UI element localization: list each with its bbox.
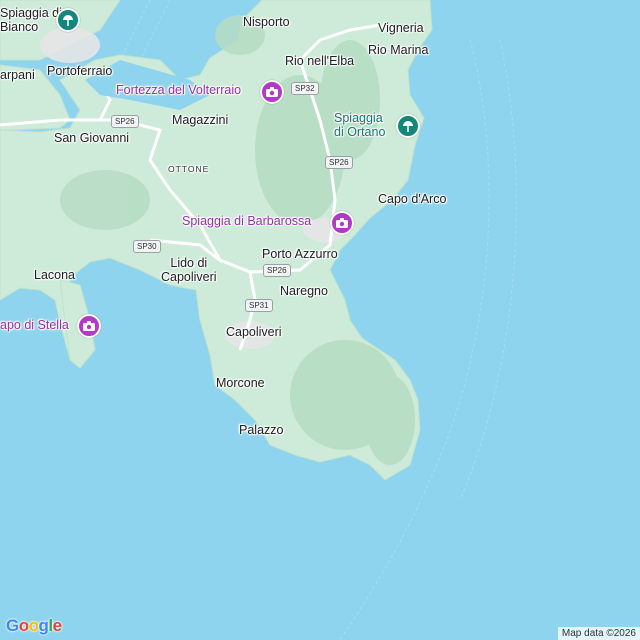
place-vigneria: Vigneria [378, 21, 424, 35]
poi-spiaggia-di-ortano-label[interactable]: Spiaggia di Ortano [334, 111, 385, 139]
google-logo[interactable]: Google [6, 616, 62, 636]
camera-icon[interactable] [77, 314, 101, 338]
place-porto-azzurro: Porto Azzurro [262, 247, 338, 261]
place-rio-nell-elba: Rio nell'Elba [285, 54, 355, 68]
road-shield-sp26: SP26 [111, 115, 139, 128]
place-ottone: OTTONE [168, 164, 210, 174]
place-nisporto: Nisporto [243, 15, 290, 29]
place-portoferraio: Portoferraio [47, 64, 113, 78]
poi-spiaggia-di-barbarossa-label[interactable]: Spiaggia di Barbarossa [182, 214, 311, 228]
place-capoliveri: Capoliveri [226, 325, 282, 339]
place-morcone: Morcone [216, 376, 265, 390]
poi-capo-di-stella-label[interactable]: apo di Stella [0, 318, 69, 332]
beach-umbrella-icon[interactable] [396, 114, 420, 138]
place-rio-marina: Rio Marina [368, 43, 429, 57]
road-shield-sp26: SP26 [325, 156, 353, 169]
place-lido-di-capoliveri: Lido di Capoliveri [161, 256, 217, 284]
map-attribution[interactable]: Map data ©2026 [557, 627, 640, 640]
road-shield-sp26: SP26 [263, 264, 291, 277]
road-shield-sp30: SP30 [133, 240, 161, 253]
poi-fortezza-del-volterraio-label[interactable]: Fortezza del Volterraio [116, 83, 241, 97]
camera-icon[interactable] [260, 80, 284, 104]
place-carpani: arpani [0, 68, 35, 82]
place-magazzini: Magazzini [172, 113, 229, 127]
camera-icon[interactable] [330, 211, 354, 235]
place-palazzo: Palazzo [239, 423, 284, 437]
place-san-giovanni: San Giovanni [54, 131, 130, 145]
place-spiaggia-di-bianco: Spiaggia di Bianco [0, 6, 62, 34]
place-lacona: Lacona [34, 268, 76, 282]
map-canvas[interactable]: Spiaggia di Bianco Nisporto Vigneria Rio… [0, 0, 640, 640]
road-shield-sp31: SP31 [245, 299, 273, 312]
road-shield-sp32: SP32 [291, 82, 319, 95]
beach-umbrella-icon[interactable] [56, 8, 80, 32]
place-naregno: Naregno [280, 284, 328, 298]
place-capo-d-arco: Capo d'Arco [378, 192, 447, 206]
